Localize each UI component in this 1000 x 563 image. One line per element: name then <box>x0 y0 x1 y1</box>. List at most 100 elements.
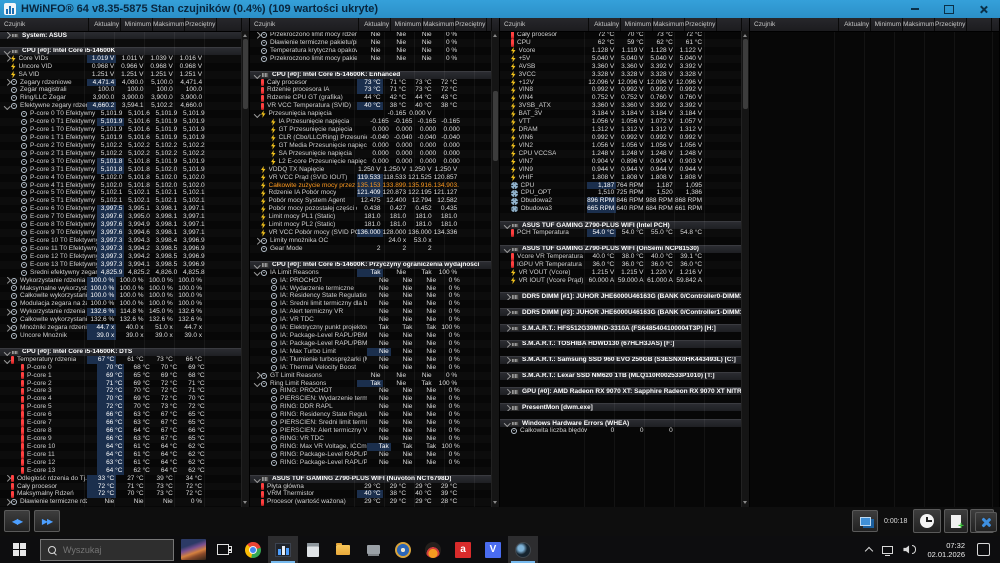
sensor-row[interactable]: E-core 11 T0 Efektywny ...3,997.3 ...3,9… <box>0 245 242 253</box>
sensor-row[interactable]: VIN40.752 V0.752 V0.760 V0.760 V <box>500 94 742 102</box>
swap-windows-button[interactable]: ◀▶ <box>4 510 30 532</box>
sensor-row[interactable]: VIN70.904 V0.896 V0.904 V0.903 V <box>500 158 742 166</box>
section-row[interactable]: CPU [#0]: Intel Core i5-14600K: Przyczyn… <box>250 261 492 269</box>
sensor-row[interactable]: E-core 6 T0 Efektywny z...3,997.5 ...3,9… <box>0 205 242 213</box>
sensor-row[interactable]: +5V5.040 V5.040 V5.040 V5.040 V <box>500 55 742 63</box>
close-sensors-button[interactable] <box>975 512 997 532</box>
column-header-sensor[interactable]: Czujnik <box>750 18 839 31</box>
column-header-1[interactable]: Aktualny <box>839 18 871 31</box>
taskbar-icon-v-app[interactable]: V <box>478 536 508 563</box>
panel-scrollbar[interactable] <box>741 31 749 507</box>
expand-icon[interactable] <box>3 500 11 505</box>
sensor-row[interactable]: P-core 3 T0 Efektywny z...5,101.8 ...5,1… <box>0 158 242 166</box>
sensor-row[interactable]: L2 E-core Przesunięcie napięcia0.000 V0.… <box>250 158 492 166</box>
scroll-up-arrow[interactable] <box>493 34 497 37</box>
maximize-button[interactable] <box>932 0 966 18</box>
sensor-row[interactable]: SA VID1.251 V1.251 V1.251 V1.251 V <box>0 71 242 79</box>
column-header-1[interactable]: Aktualny <box>359 18 391 31</box>
sensor-row[interactable]: Limit mocy PL1 (Static)181.0 W181.0 W181… <box>250 213 492 221</box>
sensor-row[interactable]: Obudowa3665 RPM640 RPM684 RPM661 RPM <box>500 205 742 213</box>
sensor-row[interactable]: Wykorzystanie rdzenia100.0 %100.0 %100.0… <box>0 277 242 285</box>
sensor-row[interactable]: AVSB3.360 V3.360 V3.392 V3.392 V <box>500 63 742 71</box>
sensor-row[interactable]: Całkowite wykorzystanie pro...100.0 %100… <box>0 292 242 300</box>
sensor-row[interactable]: IA: PROCHOTNieNieNie0 % <box>250 277 492 285</box>
sensor-row[interactable]: Maksymalny Rdzeń72 °C70 °C73 °C72 °C <box>0 490 242 498</box>
sensor-row[interactable]: VTT1.056 V1.056 V1.072 V1.057 V <box>500 118 742 126</box>
sensor-row[interactable]: P-core 572 °C70 °C73 °C72 °C <box>0 403 242 411</box>
expand-icon[interactable] <box>503 223 511 228</box>
expand-icon[interactable] <box>3 326 11 331</box>
sensor-row[interactable]: Cały procesor72 °C71 °C73 °C72 °C <box>0 483 242 491</box>
section-row[interactable]: S.M.A.R.T.: Samsung SSD 960 EVO 250GB (S… <box>500 356 742 364</box>
column-header-2[interactable]: Minimum <box>391 18 423 31</box>
sensor-row[interactable]: PCH Temperatura54.0 °C54.0 °C55.0 °C54.8… <box>500 229 742 237</box>
sensor-row[interactable]: E-core 10 T0 Efektywny ...3,997.3 ...3,9… <box>0 237 242 245</box>
sensor-row[interactable]: Całkowite zużycie mocy przez pr...135.15… <box>250 182 492 190</box>
sensor-row[interactable]: E-core 1364 °C62 °C64 °C62 °C <box>0 467 242 475</box>
section-row[interactable]: ASUS TUF GAMING Z790-PLUS WIFI (OnSemi N… <box>500 245 742 253</box>
expand-icon[interactable] <box>3 476 11 481</box>
expand-icon[interactable] <box>253 239 261 244</box>
section-row[interactable]: DDR5 DIMM [#1]: JUHOR JHE6000U46163G (BA… <box>500 292 742 300</box>
sensor-row[interactable]: E-core 666 °C63 °C67 °C65 °C <box>0 411 242 419</box>
section-row[interactable]: GPU [#0]: AMD Radeon RX 9070 XT: Sapphir… <box>500 387 742 395</box>
sensor-row[interactable]: Core VIDs1.019 V1.011 V1.039 V1.016 V <box>0 55 242 63</box>
sensor-row[interactable]: VDDQ TX Napięcie1.250 V1.250 V1.250 V1.2… <box>250 166 492 174</box>
network-tray-button[interactable] <box>877 536 898 563</box>
expand-icon[interactable] <box>253 33 261 38</box>
section-row[interactable]: S.M.A.R.T.: HFS512G39MND-3310A (FS648540… <box>500 324 742 332</box>
sensor-row[interactable]: P-core 271 °C69 °C72 °C71 °C <box>0 380 242 388</box>
expand-icon[interactable] <box>3 80 11 85</box>
expand-icon[interactable] <box>253 263 261 268</box>
expand-icon[interactable] <box>253 477 261 482</box>
sensor-row[interactable]: Cały procesor73 °C71 °C73 °C72 °C <box>250 79 492 87</box>
taskbar-icon-file-explorer[interactable] <box>328 536 358 563</box>
sensor-row[interactable]: E-core 966 °C63 °C67 °C65 °C <box>0 435 242 443</box>
sensor-row[interactable]: Dławienie termiczne pakietu/pierścieniaN… <box>250 39 492 47</box>
sensor-row[interactable]: RING: PROCHOTNieNieNie0 % <box>250 387 492 395</box>
sensor-row[interactable]: VIN90.944 V0.944 V0.944 V0.944 V <box>500 166 742 174</box>
sensor-row[interactable]: Odległość rdzenia do Tj...33 °C27 °C39 °… <box>0 475 242 483</box>
action-center-button[interactable] <box>977 543 990 556</box>
sensor-row[interactable]: GT Media Przesunięcie napięcia0.000 V0.0… <box>250 142 492 150</box>
column-header-3[interactable]: Maksimum <box>423 18 455 31</box>
sensor-row[interactable]: PIERŚCIEŃ: Średni limit termiczny...NieN… <box>250 419 492 427</box>
clock-button[interactable] <box>913 509 941 533</box>
section-row[interactable]: ASUS TUF GAMING Z790-PLUS WIFI (Intel PC… <box>500 221 742 229</box>
sensor-row[interactable]: Pobór mocy pozostałej części chipa0.438 … <box>250 205 492 213</box>
expand-icon[interactable] <box>503 390 511 395</box>
sensor-row[interactable]: VIN21.056 V1.056 V1.056 V1.056 V <box>500 142 742 150</box>
expand-icon[interactable] <box>3 49 11 54</box>
sensor-row[interactable]: IA: Tłumienie turbosprężarki (MCT)NieNie… <box>250 356 492 364</box>
sensor-row[interactable]: GT Przesunięcie napięcia0.000 V0.000 V0.… <box>250 126 492 134</box>
sensor-row[interactable]: Maksymalne wykorzystanie ...100.0 %100.0… <box>0 285 242 293</box>
taskbar-icon-red-a-app[interactable]: a <box>448 536 478 563</box>
section-row[interactable]: CPU [#0]: Intel Core i5-14600K: Enhanced <box>250 71 492 79</box>
scroll-down-arrow[interactable] <box>743 501 747 504</box>
taskbar-icon-task-view[interactable] <box>208 536 238 563</box>
sensor-row[interactable]: P-core 5 T0 Efektywny z...5,102.1 ...5,1… <box>0 189 242 197</box>
sensor-row[interactable]: Pobór mocy System Agent12.475 W12.400 W1… <box>250 197 492 205</box>
sensor-row[interactable]: P-core 3 T1 Efektywny z...5,101.8 ...5,1… <box>0 166 242 174</box>
sensor-row[interactable]: SA Przesunięcie napięcia0.000 V0.000 V0.… <box>250 150 492 158</box>
sensor-row[interactable]: Vcore1.128 V1.119 V1.128 V1.122 V <box>500 47 742 55</box>
sensor-row[interactable]: P-core 070 °C68 °C70 °C69 °C <box>0 364 242 372</box>
expand-icon[interactable] <box>503 342 511 347</box>
sensor-row[interactable]: VIN60.992 V0.992 V0.992 V0.992 V <box>500 134 742 142</box>
taskbar-icon-chrome[interactable] <box>238 536 268 563</box>
scroll-thumb[interactable] <box>743 39 748 109</box>
sensor-row[interactable]: CPU_OPT1,510 RPM725 RPM1,520 RPM1,386 RP… <box>500 189 742 197</box>
sensor-row[interactable]: RING: DDR RAPLNieNieNie0 % <box>250 403 492 411</box>
sensor-row[interactable]: P-core 4 T0 Efektywny z...5,102.0 ...5,1… <box>0 174 242 182</box>
minimize-button[interactable] <box>898 0 932 18</box>
expand-icon[interactable] <box>503 326 511 331</box>
section-row[interactable]: S.M.A.R.T.: TOSHIBA HDWD130 (67HLH3JAS) … <box>500 340 742 348</box>
sensor-row[interactable]: VR VCC Pobór mocy (SVID POUT)136.000 W12… <box>250 229 492 237</box>
column-header-sensor[interactable]: Czujnik <box>250 18 359 31</box>
sensor-row[interactable]: P-core 4 T1 Efektywny z...5,102.0 ...5,1… <box>0 182 242 190</box>
column-header-sensor[interactable]: Czujnik <box>0 18 89 31</box>
section-row[interactable]: ASUS TUF GAMING Z790-PLUS WIFI (Nuvoton … <box>250 475 492 483</box>
scroll-thumb[interactable] <box>493 91 498 161</box>
taskbar-clock[interactable]: 07:32 02.01.2026 <box>921 541 973 559</box>
sensor-row[interactable]: Średni efektywny zegar4,825.9 ...4,825.2… <box>0 269 242 277</box>
